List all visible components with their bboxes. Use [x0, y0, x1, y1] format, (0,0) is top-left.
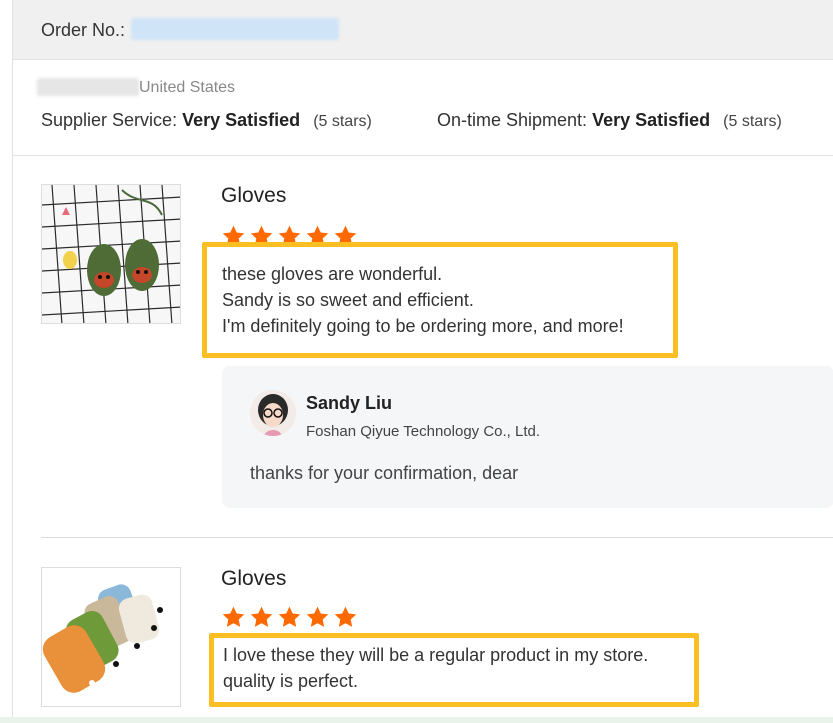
supplier-company[interactable]: Foshan Qiyue Technology Co., Ltd. — [306, 423, 540, 440]
avatar-image — [250, 390, 296, 436]
supplier-name: Sandy Liu — [306, 393, 393, 413]
gloves-image — [42, 185, 180, 323]
supplier-service-stars: (5 stars) — [313, 113, 372, 130]
buyer-name-redacted — [37, 78, 139, 96]
supplier-reply: Sandy Liu Foshan Qiyue Technology Co., L… — [222, 366, 833, 508]
supplier-service-rating: Supplier Service: Very Satisfied (5 star… — [41, 110, 372, 131]
product-thumbnail[interactable] — [41, 184, 181, 324]
shipment-rating: On-time Shipment: Very Satisfied (5 star… — [437, 110, 782, 131]
buyer-rating-row: United States Supplier Service: Very Sat… — [13, 60, 833, 156]
supplier-service-value: Very Satisfied — [182, 110, 301, 130]
review-item: Gloves I love these they will be a regul… — [41, 539, 833, 723]
star-icon — [334, 606, 357, 627]
product-thumbnail[interactable] — [41, 567, 181, 707]
shipment-value: Very Satisfied — [592, 110, 711, 130]
reply-text: thanks for your confirmation, dear — [250, 463, 519, 483]
review-item: Gloves these gloves are wonderful. Sandy… — [41, 156, 833, 538]
product-title[interactable]: Gloves — [221, 567, 286, 591]
feedback-panel: Order No.: United States Supplier Servic… — [12, 0, 833, 723]
review-comment: I love these they will be a regular prod… — [223, 645, 649, 691]
review-comment: these gloves are wonderful. Sandy is so … — [222, 264, 624, 336]
bottom-strip — [0, 717, 833, 723]
order-number-label: Order No.: — [41, 20, 126, 40]
buyer-country: United States — [139, 79, 236, 96]
supplier-avatar — [250, 390, 296, 436]
star-icon — [222, 606, 245, 627]
gloves-image — [42, 568, 180, 706]
star-icon — [278, 606, 301, 627]
shipment-stars: (5 stars) — [723, 113, 782, 130]
highlighted-comment: I love these they will be a regular prod… — [209, 633, 699, 707]
order-number-redacted — [131, 18, 339, 40]
order-header: Order No.: — [13, 0, 833, 60]
shipment-label: On-time Shipment: — [437, 110, 588, 130]
review-star-rating — [221, 605, 358, 630]
highlighted-comment: these gloves are wonderful. Sandy is so … — [202, 242, 678, 358]
star-icon — [250, 606, 273, 627]
product-title[interactable]: Gloves — [221, 184, 286, 208]
star-icon — [306, 606, 329, 627]
supplier-service-label: Supplier Service: — [41, 110, 178, 130]
